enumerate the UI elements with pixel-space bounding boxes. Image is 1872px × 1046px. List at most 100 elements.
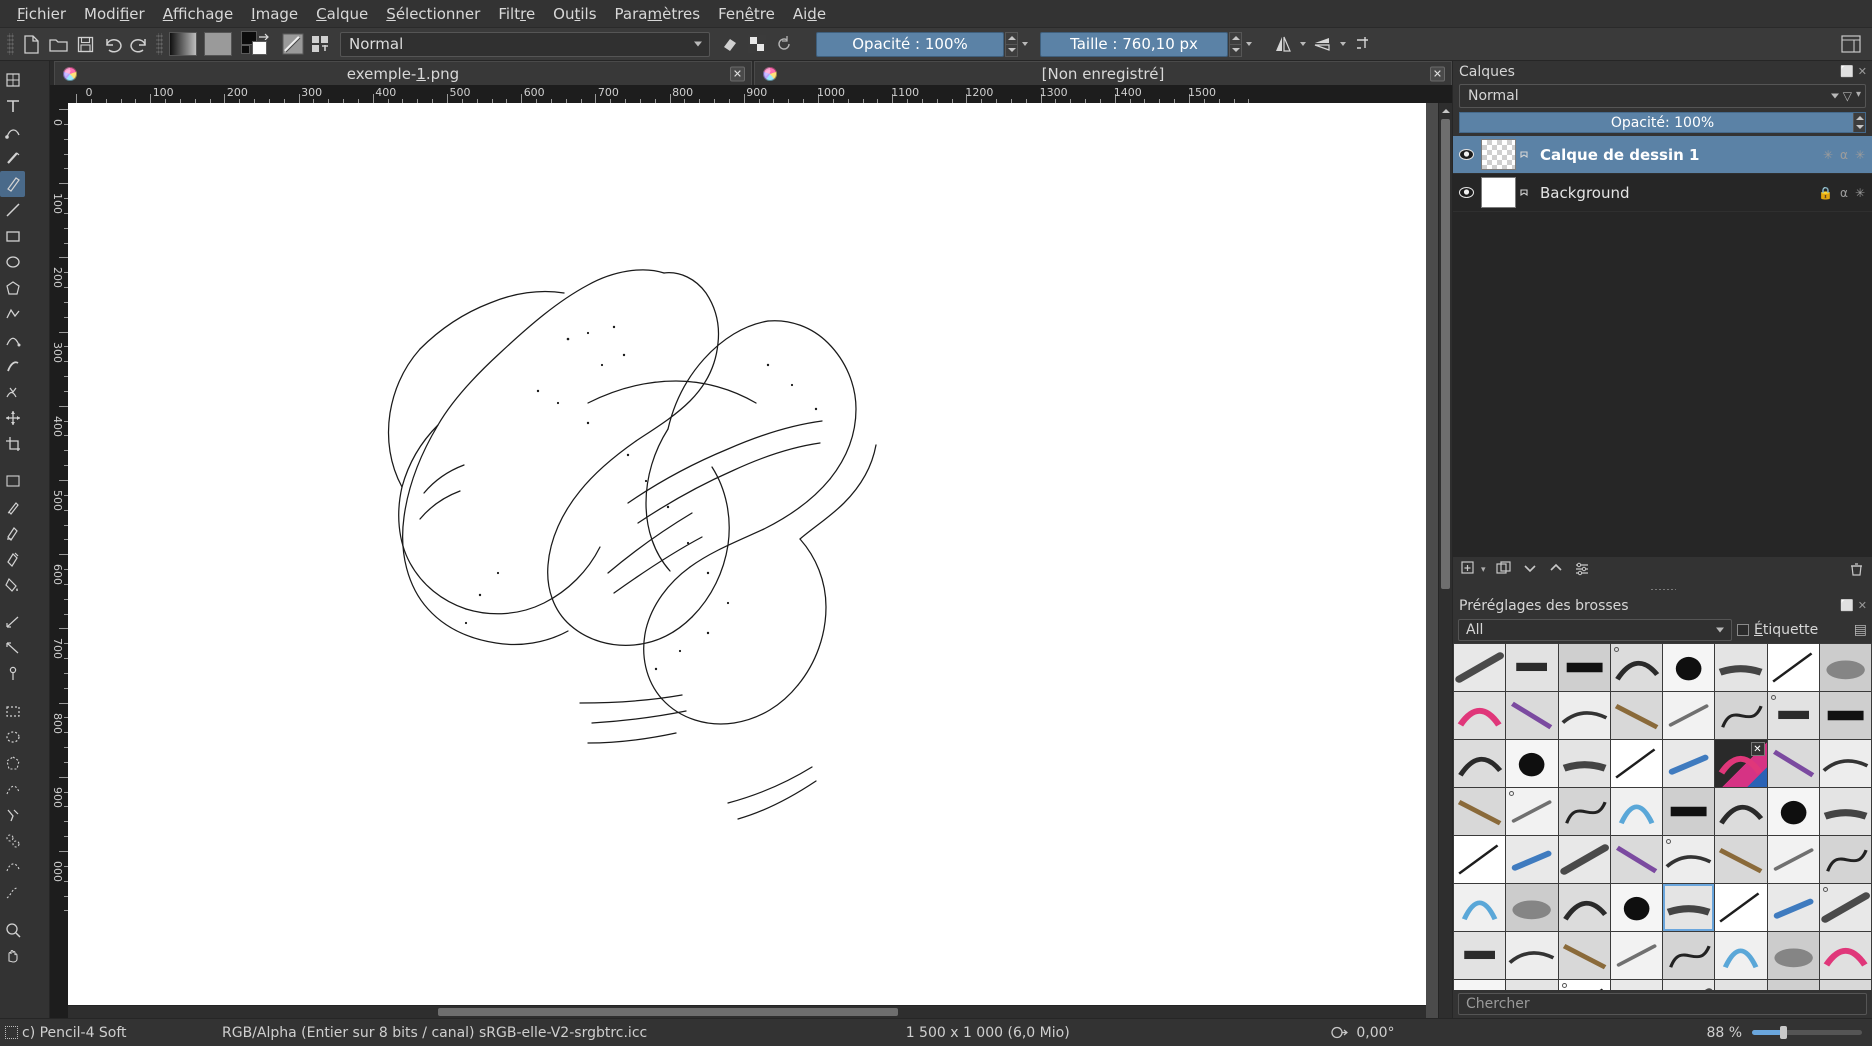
document-tab-2[interactable]: [Non enregistré]✕ — [754, 61, 1452, 85]
h-scroll-thumb[interactable] — [438, 1008, 898, 1016]
alpha-icon[interactable]: α — [1840, 186, 1848, 200]
brush-preset-cell[interactable] — [1454, 740, 1505, 787]
brush-preset-cell[interactable] — [1768, 740, 1819, 787]
brush-preset-cell[interactable] — [1454, 644, 1505, 691]
brush-preset-cell[interactable] — [1611, 884, 1662, 931]
brush-preset-cell[interactable] — [1559, 836, 1610, 883]
move-tool[interactable] — [0, 405, 25, 431]
multibrush-tool[interactable] — [0, 379, 25, 405]
brush-preset-cell[interactable] — [1454, 836, 1505, 883]
brush-preset-cell[interactable] — [1820, 692, 1871, 739]
rect-select-tool[interactable] — [0, 698, 25, 724]
layer-inherit-alpha-icon[interactable] — [1516, 147, 1532, 163]
layer-visibility-toggle[interactable] — [1453, 186, 1479, 199]
filter-icon[interactable]: ▽ — [1843, 89, 1852, 103]
ellipse-tool[interactable] — [0, 249, 25, 275]
move-layer-down-icon[interactable] — [1522, 561, 1538, 580]
pointer-icon[interactable] — [1323, 1025, 1356, 1040]
bezier-tool[interactable] — [0, 119, 25, 145]
brush-tag-checkbox-row[interactable]: Étiquette ▤ — [1737, 622, 1867, 638]
dock-close-icon[interactable]: ✕ — [1858, 65, 1867, 78]
brush-preset-cell[interactable] — [1559, 884, 1610, 931]
reference-tool[interactable] — [0, 635, 25, 661]
lock-icon[interactable]: 🔒 — [1818, 186, 1833, 200]
alpha-icon[interactable]: α — [1840, 148, 1848, 162]
layer-thumbnail[interactable] — [1481, 139, 1516, 170]
document-tab-1[interactable]: exemple-1.png✕ — [54, 61, 752, 85]
pan-tool[interactable] — [0, 943, 25, 969]
toolbar-grip-2[interactable] — [156, 33, 163, 55]
brush-preset-cell[interactable] — [1506, 980, 1557, 990]
brush-preset-cell[interactable] — [1663, 788, 1714, 835]
transform-tool[interactable] — [0, 67, 25, 93]
layer-properties-icon[interactable] — [1574, 561, 1590, 580]
polyline-tool[interactable] — [0, 301, 25, 327]
new-file-icon[interactable] — [18, 31, 44, 57]
menu-item-fichier[interactable]: Fichier — [8, 2, 75, 26]
menu-item-modifier[interactable]: Modifier — [75, 2, 154, 26]
menu-item-filtre[interactable]: Filtre — [489, 2, 544, 26]
mirror-v-options-icon[interactable] — [1337, 32, 1349, 56]
filter-icon[interactable]: ✳ — [1855, 186, 1865, 200]
scroll-up-icon[interactable] — [1441, 105, 1451, 117]
brush-preset-cell[interactable] — [1663, 980, 1714, 990]
mirror-h-options-icon[interactable] — [1297, 32, 1309, 56]
dynamic-brush-tool[interactable] — [0, 353, 25, 379]
undo-icon[interactable] — [99, 31, 125, 57]
layer-list-empty-area[interactable] — [1453, 212, 1872, 557]
horizontal-ruler[interactable]: 0100200300400500600700800900100011001200… — [68, 85, 1452, 103]
brush-preset-cell[interactable] — [1506, 884, 1557, 931]
close-icon[interactable]: ✕ — [1430, 66, 1445, 81]
bezier-select-tool[interactable] — [0, 854, 25, 880]
brush-tag-select[interactable]: All — [1458, 619, 1732, 641]
contiguous-select-tool[interactable] — [0, 802, 25, 828]
brush-preset-cell[interactable] — [1559, 740, 1610, 787]
brush-preset-cell[interactable] — [1506, 788, 1557, 835]
dock-float-icon[interactable]: ⬜ — [1840, 65, 1854, 78]
brush-preset-cell[interactable] — [1820, 644, 1871, 691]
mirror-horizontal-icon[interactable] — [1270, 31, 1296, 57]
menu-item-paramtres[interactable]: Paramètres — [606, 2, 710, 26]
brush-preset-cell[interactable] — [1768, 836, 1819, 883]
brush-preset-cell[interactable] — [1663, 740, 1714, 787]
brush-preset-cell[interactable] — [1715, 836, 1766, 883]
brush-preset-cell[interactable] — [1715, 884, 1766, 931]
brush-editor-icon[interactable] — [307, 31, 333, 57]
gradient-tool[interactable] — [0, 468, 25, 494]
brush-preset-cell[interactable] — [1506, 644, 1557, 691]
fill-tool[interactable] — [0, 572, 25, 598]
brush-preset-cell[interactable] — [1820, 980, 1871, 990]
save-icon[interactable] — [72, 31, 98, 57]
freehand-path-tool[interactable] — [0, 327, 25, 353]
brush-preset-cell[interactable] — [1611, 980, 1662, 990]
brush-preset-cell[interactable] — [1663, 932, 1714, 979]
brush-preset-cell[interactable] — [1559, 692, 1610, 739]
ellipse-select-tool[interactable] — [0, 724, 25, 750]
brush-preset-cell[interactable] — [1820, 836, 1871, 883]
brush-preset-cell[interactable] — [1506, 932, 1557, 979]
move-layer-up-icon[interactable] — [1548, 561, 1564, 580]
gradient-swatch[interactable] — [169, 32, 197, 56]
brush-size-slider[interactable]: Taille : 760,10 px — [1040, 32, 1228, 57]
brush-preset-cell[interactable] — [1768, 980, 1819, 990]
brush-search-input[interactable]: Chercher — [1458, 993, 1867, 1015]
layer-row[interactable]: Background🔒α✳ — [1453, 174, 1872, 212]
layer-opacity-spinner[interactable] — [1853, 113, 1865, 132]
brush-preset-cell[interactable] — [1611, 644, 1662, 691]
brush-preset-cell[interactable] — [1663, 836, 1714, 883]
brush-preset-cell[interactable] — [1506, 740, 1557, 787]
layer-visibility-toggle[interactable] — [1453, 148, 1479, 161]
brush-preset-cell[interactable] — [1611, 788, 1662, 835]
brush-preset-cell[interactable] — [1663, 884, 1714, 931]
assistant-tool[interactable] — [0, 661, 25, 687]
brush-preset-cell[interactable] — [1611, 740, 1662, 787]
duplicate-layer-icon[interactable] — [1496, 561, 1512, 580]
brush-preset-cell[interactable] — [1715, 692, 1766, 739]
v-scroll-thumb[interactable] — [1441, 119, 1450, 589]
tag-list-icon[interactable]: ▤ — [1854, 622, 1867, 638]
similar-select-tool[interactable] — [0, 828, 25, 854]
smart-patch-tool[interactable] — [0, 546, 25, 572]
brush-preset-cell[interactable] — [1454, 884, 1505, 931]
horizontal-scrollbar[interactable] — [68, 1005, 1426, 1018]
brush-preset-cell[interactable] — [1559, 932, 1610, 979]
